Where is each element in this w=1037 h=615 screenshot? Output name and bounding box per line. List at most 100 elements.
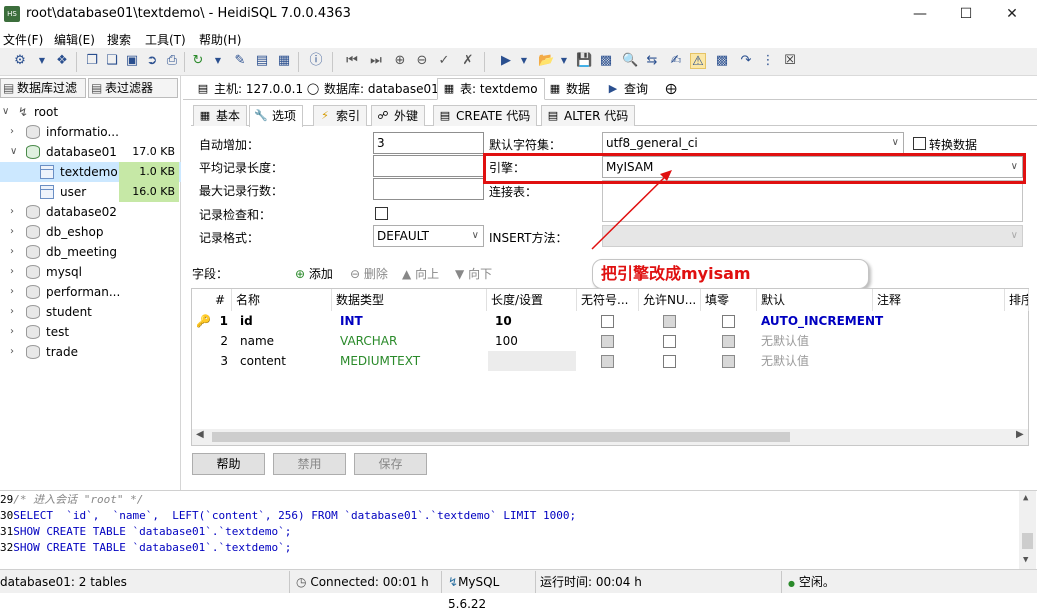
menu-tools[interactable]: 工具(T) xyxy=(145,31,186,48)
scroll-down-icon[interactable]: ▼ xyxy=(1023,555,1028,565)
tree-item-database02[interactable]: › database02 xyxy=(0,202,181,222)
disconnect-icon[interactable]: ❖ xyxy=(54,53,70,69)
convert-data-checkbox[interactable] xyxy=(913,137,926,150)
tree-item-database01[interactable]: ∨ database01 17.0 KB xyxy=(0,142,181,162)
tab-host[interactable]: ▤ 主机: 127.0.0.1 xyxy=(191,78,310,100)
column-header-unsigned[interactable]: 无符号... xyxy=(577,289,639,311)
auto-increment-input[interactable]: 3 xyxy=(373,132,484,154)
zerofill-checkbox[interactable] xyxy=(722,315,735,328)
edit-icon[interactable]: ✍ xyxy=(668,53,684,69)
save-button[interactable]: 保存 xyxy=(354,453,427,475)
allow-null-checkbox[interactable] xyxy=(663,355,676,368)
help-icon[interactable]: ⓘ xyxy=(308,53,324,69)
menu-edit[interactable]: 编辑(E) xyxy=(54,31,95,48)
dropdown-arrow-icon[interactable]: ▼ xyxy=(34,53,50,69)
dropdown-arrow-icon[interactable]: ▼ xyxy=(210,53,226,69)
checksum-checkbox[interactable] xyxy=(375,207,388,220)
scrollbar-thumb[interactable] xyxy=(1022,533,1033,549)
column-header-zerofill[interactable]: 填零 xyxy=(701,289,757,311)
scroll-right-icon[interactable]: ▶ xyxy=(1016,429,1024,440)
more-icon[interactable]: ⋮ xyxy=(760,53,776,69)
chevron-right-icon[interactable]: › xyxy=(10,282,20,302)
tab-basic[interactable]: ▦ 基本 xyxy=(193,105,248,126)
tab-options[interactable]: 🔧 选项 xyxy=(249,105,304,127)
new-query-tab-button[interactable]: ⨁ xyxy=(659,78,685,100)
chevron-down-icon[interactable]: ∨ xyxy=(2,102,12,122)
save-sql-icon[interactable]: 💾 xyxy=(576,53,592,69)
tree-item-information-schema[interactable]: › informatio... xyxy=(0,122,181,142)
maintenance-icon[interactable]: ▤ xyxy=(254,53,270,69)
horizontal-scrollbar[interactable]: ◀ ▶ xyxy=(192,429,1028,445)
chevron-right-icon[interactable]: › xyxy=(10,202,20,222)
database-filter-tab[interactable]: ▤ 数据库过滤 xyxy=(0,78,86,98)
tree-item-db-eshop[interactable]: › db_eshop xyxy=(0,222,181,242)
column-header-comment[interactable]: 注释 xyxy=(873,289,1005,311)
print-icon[interactable]: ⎙ xyxy=(164,53,180,69)
chevron-down-icon[interactable]: ∨ xyxy=(10,142,20,162)
zerofill-checkbox[interactable] xyxy=(722,335,735,348)
find-icon[interactable]: 🔍 xyxy=(622,53,638,69)
help-button[interactable]: 帮助 xyxy=(192,453,265,475)
replace-icon[interactable]: ⇆ xyxy=(644,53,660,69)
minimize-button[interactable]: — xyxy=(897,2,943,26)
bulk-edit-icon[interactable]: ▦ xyxy=(276,53,292,69)
cut-icon[interactable]: ❑ xyxy=(104,53,120,69)
export-icon[interactable]: ➲ xyxy=(144,53,160,69)
connect-icon[interactable]: ⚙ xyxy=(12,53,28,69)
scroll-up-icon[interactable]: ▲ xyxy=(1023,493,1028,503)
vertical-scrollbar[interactable]: ▲ ▼ xyxy=(1019,491,1036,569)
column-header-collation[interactable]: 排序 xyxy=(1005,289,1029,311)
avg-row-length-input[interactable] xyxy=(373,155,484,177)
refresh-icon[interactable]: ↻ xyxy=(190,53,206,69)
sql-log[interactable]: 29/* 进入会话 "root" */ 30SELECT `id`, `name… xyxy=(0,490,1037,569)
tab-foreign-keys[interactable]: ☍ 外键 xyxy=(371,105,426,126)
maximize-button[interactable]: ☐ xyxy=(943,2,989,26)
tree-item-test[interactable]: › test xyxy=(0,322,181,342)
scrollbar-thumb[interactable] xyxy=(212,432,790,442)
unsigned-checkbox[interactable] xyxy=(601,335,614,348)
menu-search[interactable]: 搜索 xyxy=(107,31,131,48)
tab-indexes[interactable]: ⚡ 索引 xyxy=(313,105,368,126)
zerofill-checkbox[interactable] xyxy=(722,355,735,368)
tree-item-root[interactable]: ∨ ↯ root xyxy=(0,102,181,122)
chevron-right-icon[interactable]: › xyxy=(10,342,20,362)
tab-database[interactable]: ◯ 数据库: database01 xyxy=(301,78,446,100)
column-header-type[interactable]: 数据类型 xyxy=(332,289,487,311)
remove-field-button[interactable]: ⊖ 删除 xyxy=(350,265,388,282)
column-header-name[interactable]: 名称 xyxy=(232,289,332,311)
dropdown-arrow-icon[interactable]: ▼ xyxy=(516,53,532,69)
user-manager-icon[interactable]: ✎ xyxy=(232,53,248,69)
last-icon[interactable]: ⏭ xyxy=(368,53,384,69)
tree-item-student[interactable]: › student xyxy=(0,302,181,322)
tab-query[interactable]: ▶ 查询 xyxy=(601,78,655,100)
chevron-right-icon[interactable]: › xyxy=(10,242,20,262)
paste-icon[interactable]: ▣ xyxy=(124,53,140,69)
open-sql-icon[interactable]: 📂 xyxy=(538,53,554,69)
discard-button[interactable]: 禁用 xyxy=(273,453,346,475)
scroll-left-icon[interactable]: ◀ xyxy=(196,429,204,440)
max-rows-input[interactable] xyxy=(373,178,484,200)
cancel-icon[interactable]: ✗ xyxy=(460,53,476,69)
allow-null-checkbox[interactable] xyxy=(663,315,676,328)
close-button[interactable]: ✕ xyxy=(989,2,1035,26)
table-row[interactable]: 3 content MEDIUMTEXT 无默认值 xyxy=(192,351,1028,371)
dropdown-arrow-icon[interactable]: ▼ xyxy=(556,53,572,69)
unsigned-checkbox[interactable] xyxy=(601,355,614,368)
wrap-icon[interactable]: ↷ xyxy=(738,53,754,69)
tab-alter-code[interactable]: ▤ ALTER 代码 xyxy=(541,105,636,126)
tree-item-mysql[interactable]: › mysql xyxy=(0,262,181,282)
run-icon[interactable]: ▶ xyxy=(498,53,514,69)
tab-create-code[interactable]: ▤ CREATE 代码 xyxy=(433,105,538,126)
table-row[interactable]: 2 name VARCHAR 100 无默认值 xyxy=(192,331,1028,351)
copy-icon[interactable]: ❐ xyxy=(84,53,100,69)
chevron-right-icon[interactable]: › xyxy=(10,222,20,242)
column-header-length[interactable]: 长度/设置 xyxy=(487,289,577,311)
column-header-allow-null[interactable]: 允许NU... xyxy=(639,289,701,311)
tree-item-db-meeting[interactable]: › db_meeting xyxy=(0,242,181,262)
unsigned-checkbox[interactable] xyxy=(601,315,614,328)
add-row-icon[interactable]: ⊕ xyxy=(392,53,408,69)
warning-icon[interactable]: ⚠ xyxy=(690,53,706,69)
tree-item-trade[interactable]: › trade xyxy=(0,342,181,362)
menu-file[interactable]: 文件(F) xyxy=(3,31,43,48)
remove-row-icon[interactable]: ⊖ xyxy=(414,53,430,69)
